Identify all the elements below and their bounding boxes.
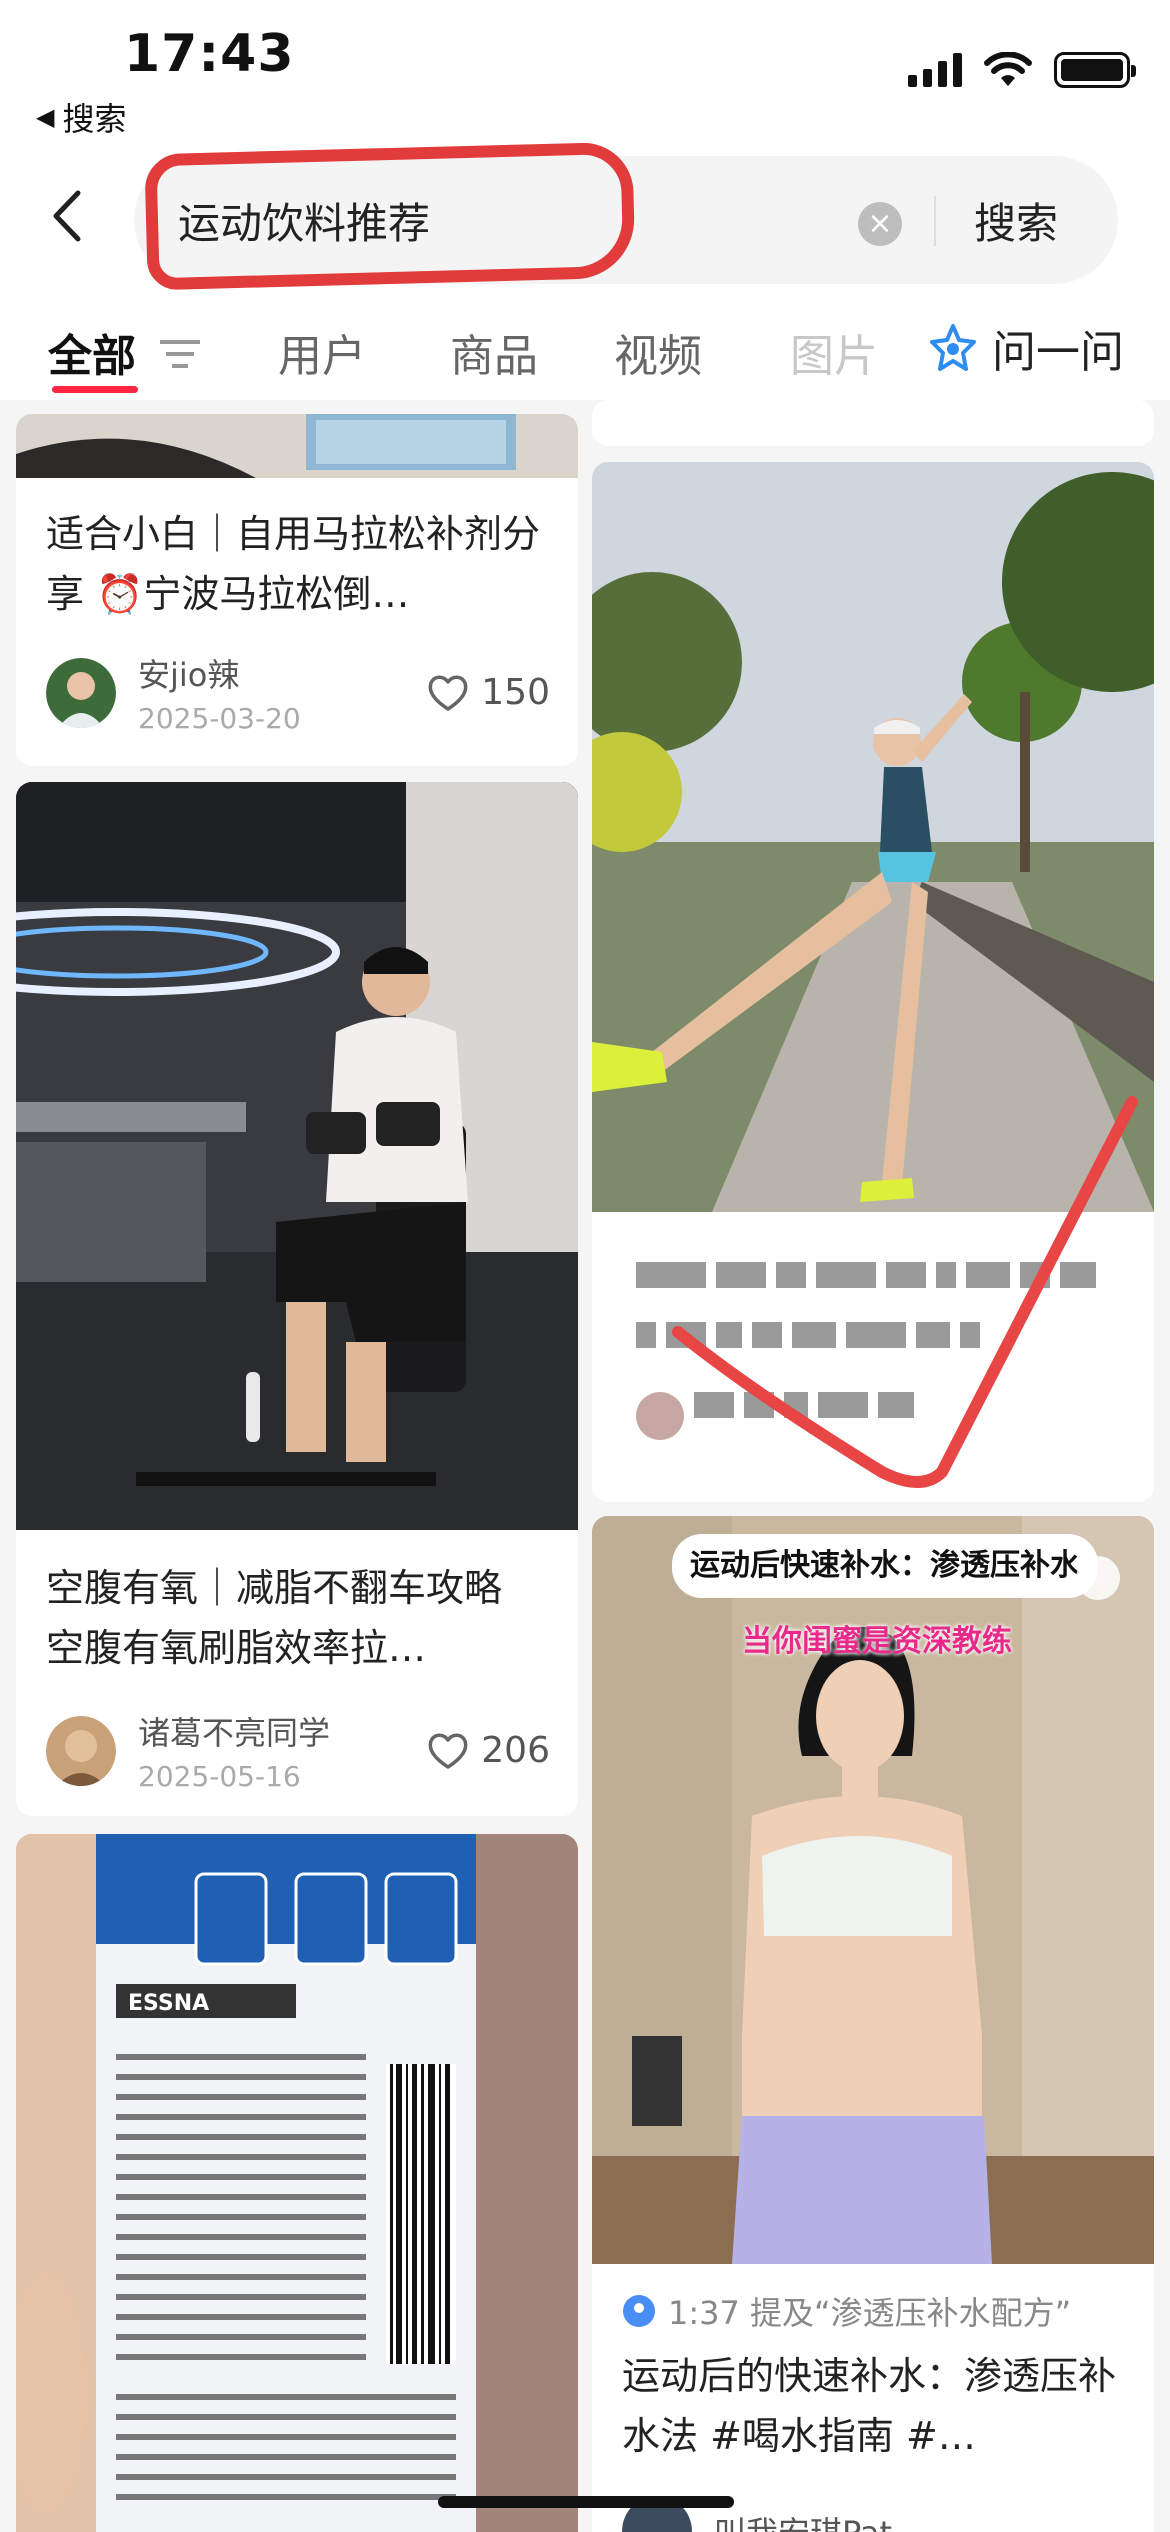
video-play-icon bbox=[1076, 1556, 1120, 1600]
search-row: 运动饮料推荐 × 搜索 bbox=[0, 141, 1170, 291]
clear-search-icon[interactable]: × bbox=[858, 202, 902, 246]
red-checkmark-annotation bbox=[672, 1096, 1138, 1488]
feed-card-partial-top[interactable] bbox=[592, 400, 1154, 446]
card-title: 空腹有氧｜减脂不翻车攻略 空腹有氧刷脂效率拉… bbox=[46, 1566, 503, 1670]
author-name[interactable]: 叫我安琪Pat… bbox=[714, 2508, 1126, 2532]
brand-logo-text: ESSNA bbox=[128, 1991, 209, 2016]
feed-card-marathon[interactable]: 适合小白｜自用马拉松补剂分享 ⏰宁波马拉松倒… 安jio辣 2025-03-20… bbox=[16, 414, 578, 766]
card-meta: 诸葛不亮同学 2025-05-16 206 bbox=[46, 1708, 550, 1793]
search-divider bbox=[934, 196, 936, 246]
like-button[interactable]: 150 bbox=[427, 672, 550, 713]
tab-videos[interactable]: 视频 bbox=[614, 320, 702, 384]
feed-card-drink-label[interactable]: ESSNA bbox=[16, 1834, 578, 2532]
screen: 17:43 ◀ 搜索 运动饮料推荐 × 搜索 全部 用户 商品 视频 图片 问一… bbox=[0, 0, 1170, 2532]
back-triangle-icon: ◀ bbox=[36, 103, 55, 131]
heart-icon bbox=[428, 1733, 468, 1769]
card-meta: 安jio辣 2025-03-20 150 bbox=[46, 650, 550, 735]
tab-images[interactable]: 图片 bbox=[790, 320, 878, 384]
card-image-bottle: ESSNA bbox=[16, 1834, 578, 2532]
card-title: 运动后的快速补水：渗透压补水法 #喝水指南 #… bbox=[622, 2354, 1117, 2458]
ask-button-label: 问一问 bbox=[992, 327, 1124, 378]
tab-all[interactable]: 全部 bbox=[48, 320, 136, 384]
battery-icon bbox=[1054, 52, 1136, 88]
red-annotation-ring bbox=[144, 141, 636, 291]
heart-icon bbox=[428, 675, 468, 711]
feed-card-hydration-video[interactable]: 运动后快速补水：渗透压补水 当你闺蜜是资深教练 1:37 提及“渗透压补水配方”… bbox=[592, 1516, 1154, 2532]
feed-card-runner[interactable] bbox=[592, 462, 1154, 1502]
system-icons bbox=[908, 52, 1136, 88]
author-avatar bbox=[46, 1715, 116, 1786]
chevron-left-icon bbox=[53, 190, 81, 242]
like-count: 206 bbox=[481, 1730, 550, 1771]
location-pin-icon bbox=[623, 2295, 655, 2327]
status-bar: 17:43 ◀ 搜索 bbox=[0, 0, 1170, 150]
ask-button[interactable]: 问一问 bbox=[918, 316, 1124, 380]
post-date: 2025-05-16 bbox=[138, 1760, 301, 1793]
filter-icon[interactable] bbox=[160, 338, 200, 370]
like-button[interactable]: 206 bbox=[427, 1730, 550, 1771]
ai-star-icon bbox=[930, 324, 976, 371]
filter-tabs: 全部 用户 商品 视频 图片 问一问 bbox=[0, 290, 1170, 400]
search-submit-button[interactable]: 搜索 bbox=[974, 190, 1058, 251]
tab-users[interactable]: 用户 bbox=[278, 320, 366, 384]
tab-products[interactable]: 商品 bbox=[450, 320, 538, 384]
back-button[interactable] bbox=[52, 188, 92, 244]
author-name[interactable]: 诸葛不亮同学 bbox=[138, 1708, 427, 1754]
video-mention-text: 1:37 提及“渗透压补水配方” bbox=[668, 2294, 1072, 2332]
active-tab-indicator bbox=[52, 386, 138, 393]
post-date: 2025-03-20 bbox=[138, 702, 301, 735]
card-image-gym bbox=[16, 782, 578, 1530]
wifi-icon bbox=[984, 52, 1032, 86]
feed-card-cardio[interactable]: 空腹有氧｜减脂不翻车攻略 空腹有氧刷脂效率拉… 诸葛不亮同学 2025-05-1… bbox=[16, 782, 578, 1816]
home-indicator bbox=[438, 2496, 734, 2508]
author-avatar bbox=[46, 657, 116, 728]
back-to-app-link[interactable]: ◀ 搜索 bbox=[36, 94, 126, 140]
back-app-label: 搜索 bbox=[62, 100, 127, 138]
card-image-partial bbox=[16, 414, 578, 478]
poster-subtitle: 当你闺蜜是资深教练 bbox=[742, 1624, 1012, 1659]
author-name[interactable]: 安jio辣 bbox=[138, 650, 427, 696]
like-count: 150 bbox=[481, 672, 550, 713]
video-mention-tag: 1:37 提及“渗透压补水配方” bbox=[622, 2288, 1071, 2334]
poster-title: 运动后快速补水：渗透压补水 bbox=[672, 1534, 1098, 1598]
card-title: 适合小白｜自用马拉松补剂分享 ⏰宁波马拉松倒… bbox=[46, 512, 541, 616]
status-time: 17:43 bbox=[124, 24, 295, 84]
cellular-signal-icon bbox=[908, 53, 962, 87]
search-input[interactable]: 运动饮料推荐 × 搜索 bbox=[134, 141, 1118, 291]
